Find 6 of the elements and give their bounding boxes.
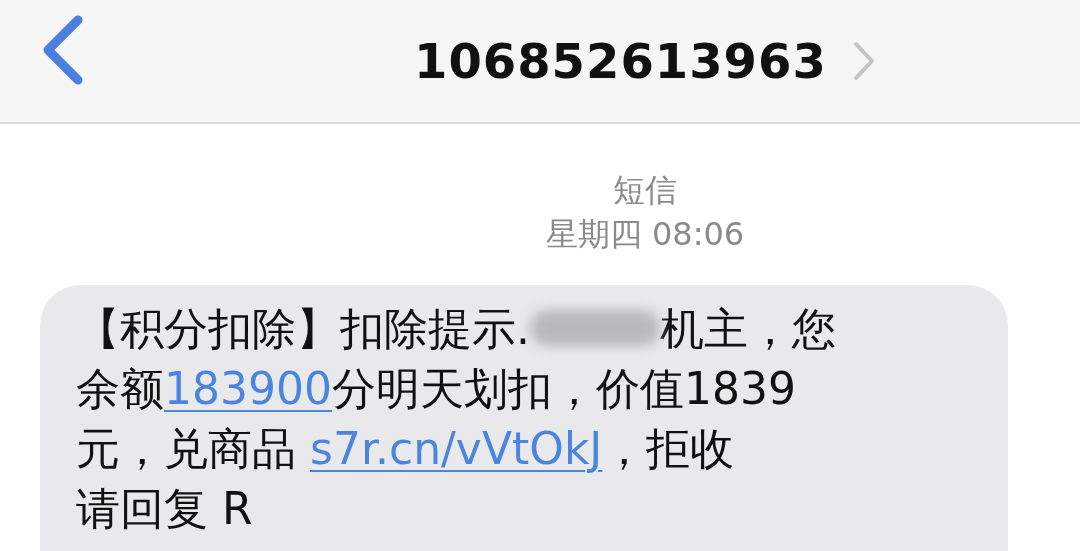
message-type-label: 短信 — [613, 170, 677, 211]
contact-number[interactable]: 106852613963 — [414, 33, 827, 89]
message-text: 【积分扣除】扣除提示. 机主，您 余额183900分明天划扣，价值1839 元，兑商品 s7r.cn/vVtOkJ，拒收 请回复 R — [76, 302, 837, 536]
message-link[interactable]: 183900 — [164, 363, 332, 414]
timestamp: 星期四 08:06 — [545, 214, 745, 255]
message-link[interactable]: s7r.cn/vVtOkJ — [310, 423, 603, 474]
